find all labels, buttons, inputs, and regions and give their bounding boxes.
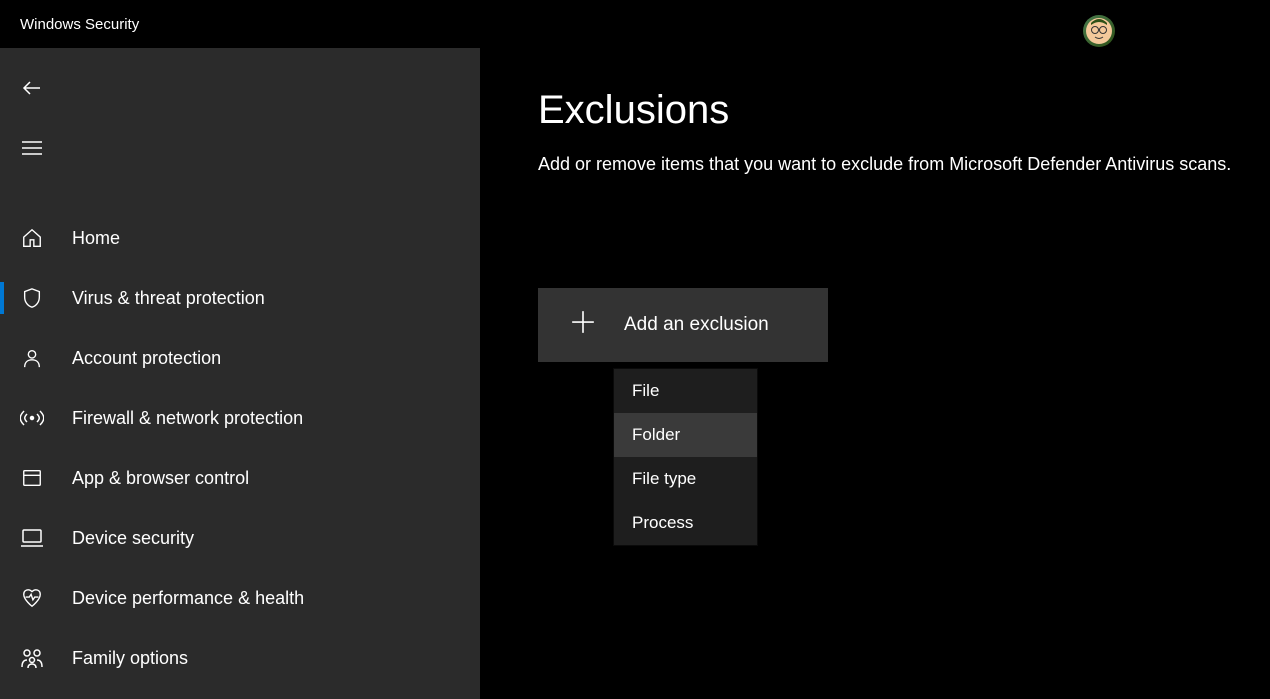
person-icon (20, 346, 44, 370)
add-exclusion-label: Add an exclusion (624, 314, 769, 336)
sidebar: Home Virus & threat protection Account p… (0, 48, 480, 699)
app-title: Windows Security (20, 16, 139, 33)
plus-icon (570, 309, 596, 341)
sidebar-item-label: Device security (72, 528, 194, 549)
sidebar-item-label: Firewall & network protection (72, 408, 303, 429)
sidebar-item-label: Home (72, 228, 120, 249)
sidebar-item-label: App & browser control (72, 468, 249, 489)
exclusion-type-menu: File Folder File type Process (613, 368, 758, 546)
hamburger-button[interactable] (8, 128, 56, 168)
avatar[interactable] (1083, 15, 1115, 47)
sidebar-item-label: Device performance & health (72, 588, 304, 609)
menu-item-folder[interactable]: Folder (614, 413, 757, 457)
sidebar-item-device-performance[interactable]: Device performance & health (0, 568, 480, 628)
shield-icon (20, 286, 44, 310)
sidebar-item-family[interactable]: Family options (0, 628, 480, 688)
sidebar-item-app-browser[interactable]: App & browser control (0, 448, 480, 508)
sidebar-item-account[interactable]: Account protection (0, 328, 480, 388)
family-icon (20, 646, 44, 670)
sidebar-item-label: Virus & threat protection (72, 288, 265, 309)
app-icon (20, 466, 44, 490)
heart-icon (20, 586, 44, 610)
page-title: Exclusions (538, 88, 1250, 133)
signal-icon (20, 406, 44, 430)
sidebar-item-device-security[interactable]: Device security (0, 508, 480, 568)
sidebar-item-label: Family options (72, 648, 188, 669)
add-exclusion-button[interactable]: Add an exclusion (538, 288, 828, 362)
menu-item-file-type[interactable]: File type (614, 457, 757, 501)
menu-item-file[interactable]: File (614, 369, 757, 413)
page-description: Add or remove items that you want to exc… (538, 151, 1250, 178)
sidebar-item-label: Account protection (72, 348, 221, 369)
menu-item-process[interactable]: Process (614, 501, 757, 545)
sidebar-item-home[interactable]: Home (0, 208, 480, 268)
back-button[interactable] (8, 68, 56, 108)
home-icon (20, 226, 44, 250)
main-content: Exclusions Add or remove items that you … (480, 48, 1270, 699)
device-icon (20, 526, 44, 550)
titlebar: Windows Security (0, 0, 1270, 48)
sidebar-item-firewall[interactable]: Firewall & network protection (0, 388, 480, 448)
sidebar-item-virus-threat[interactable]: Virus & threat protection (0, 268, 480, 328)
hamburger-icon (22, 141, 42, 155)
back-arrow-icon (20, 76, 44, 100)
